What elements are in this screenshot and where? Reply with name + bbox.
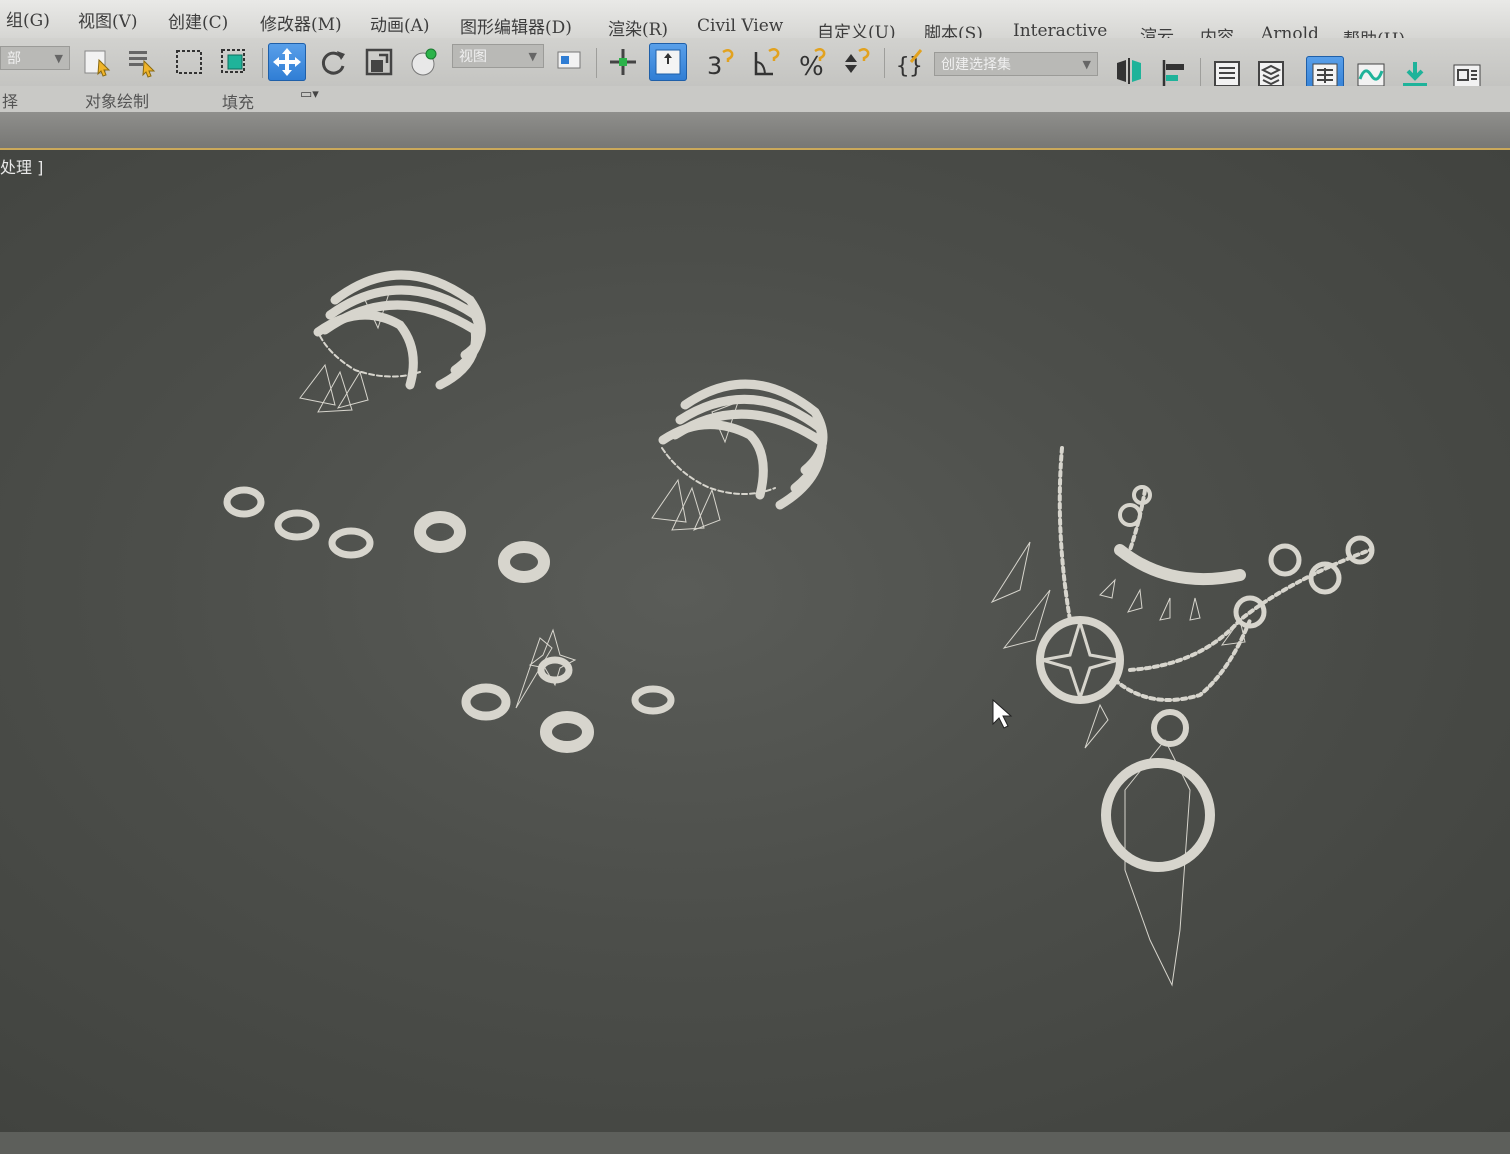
ring-3[interactable] [328, 527, 374, 559]
menu-civil-view[interactable]: Civil View [697, 16, 783, 36]
main-toolbar: 部 ▼ 视图 ▼ 3 % {} 创建选择集 ▼ [0, 38, 1510, 94]
jewelry-scene [223, 270, 1375, 987]
mirror-icon [1117, 58, 1141, 84]
snaps-toggle-icon: 3 [707, 49, 734, 78]
select-object-icon [84, 50, 111, 77]
edit-named-selection-button[interactable]: {} [890, 43, 928, 81]
necklace[interactable] [990, 446, 1375, 987]
named-selection-value: 创建选择集 [941, 57, 1011, 73]
ring-4[interactable] [414, 511, 466, 553]
mouse-cursor-icon [992, 698, 1013, 729]
select-by-name-button[interactable] [122, 43, 160, 81]
use-pivot-center-button[interactable] [649, 43, 687, 81]
menu-rendering[interactable]: 渲染(R) [608, 15, 668, 40]
pendant-ring [1101, 758, 1215, 872]
select-by-name-icon [129, 51, 156, 78]
toolbar-separator [884, 48, 885, 78]
dreamcatcher-ring [1036, 616, 1124, 704]
cuff-bracelet-left[interactable] [299, 270, 486, 413]
ring-7[interactable] [540, 711, 594, 753]
spinner-snap-button[interactable] [838, 43, 876, 81]
menu-bar: 组(G) 视图(V) 创建(C) 修改器(M) 动画(A) 图形编辑器(D) 渲… [0, 0, 1510, 50]
rect-selection-region-icon [176, 50, 202, 74]
ribbon-tabs: 择 对象绘制 填充 ▭▾ [0, 86, 1510, 113]
tab-selection[interactable]: 择 [2, 88, 18, 112]
window-crossing-icon [221, 49, 245, 73]
named-selection-dropdown[interactable]: 创建选择集 ▼ [934, 52, 1098, 76]
select-place-icon [411, 48, 437, 76]
tab-object-paint[interactable]: 对象绘制 [85, 88, 149, 112]
reference-coord-value: 视图 [459, 49, 487, 65]
status-strip [0, 1132, 1510, 1154]
svg-text:{}: {} [896, 54, 923, 78]
select-place-button[interactable] [405, 43, 443, 81]
ring-8[interactable] [461, 683, 511, 721]
ribbon-panel [0, 112, 1510, 148]
cuff-bracelet-right[interactable] [651, 379, 828, 531]
select-scale-button[interactable] [360, 43, 398, 81]
select-object-button[interactable] [78, 43, 116, 81]
ring-2[interactable] [274, 509, 320, 541]
ring-spike [515, 637, 553, 709]
menu-modifiers[interactable]: 修改器(M) [260, 10, 342, 35]
chevron-down-icon: ▼ [54, 52, 63, 65]
select-move-icon [273, 48, 301, 76]
selection-filter-value: 部 [7, 51, 21, 67]
menu-views[interactable]: 视图(V) [78, 7, 138, 32]
menu-animation[interactable]: 动画(A) [370, 11, 430, 36]
rect-selection-region-button[interactable] [170, 43, 208, 81]
ring-5[interactable] [498, 541, 550, 583]
mirror-button[interactable] [1110, 52, 1148, 90]
angle-snap-icon [754, 48, 780, 76]
ring-6[interactable] [631, 685, 675, 715]
percent-snap-button[interactable]: % [794, 43, 832, 81]
select-move-button[interactable] [268, 43, 306, 81]
angle-snap-button[interactable] [748, 43, 786, 81]
ring-9[interactable] [537, 656, 573, 684]
toolbar-separator [262, 48, 263, 78]
menu-create[interactable]: 创建(C) [168, 8, 228, 33]
window-crossing-button[interactable] [215, 43, 253, 81]
select-manipulate-icon [610, 49, 636, 75]
selection-filter-dropdown[interactable]: 部 ▼ [0, 46, 70, 70]
edit-named-selection-icon: {} [896, 49, 923, 78]
toolbar-separator [596, 48, 597, 78]
menu-group[interactable]: 组(G) [6, 6, 50, 31]
select-rotate-button[interactable] [314, 43, 352, 81]
svg-text:%: % [799, 52, 824, 78]
reference-coord-dropdown[interactable]: 视图 ▼ [452, 44, 544, 68]
percent-snap-icon: % [799, 48, 826, 78]
use-pivot-center-icon [655, 49, 681, 75]
menu-graph-editors[interactable]: 图形编辑器(D) [460, 13, 572, 38]
tab-populate[interactable]: 填充 [222, 89, 254, 113]
spinner-snap-icon [845, 48, 870, 73]
chevron-down-icon: ▼ [528, 50, 537, 63]
ribbon-options-icon[interactable]: ▭▾ [300, 87, 319, 102]
chevron-down-icon: ▼ [1082, 58, 1091, 71]
align-icon [1162, 60, 1184, 86]
select-manipulate-button[interactable] [604, 43, 642, 81]
ring-1[interactable] [223, 486, 265, 518]
pivot-icon [557, 51, 581, 69]
select-scale-icon [365, 48, 393, 76]
perspective-viewport[interactable]: 处理 ] [0, 148, 1510, 1134]
snaps-toggle-button[interactable]: 3 [702, 43, 740, 81]
ring-set[interactable] [223, 486, 675, 753]
select-rotate-icon [321, 51, 345, 75]
pivot-button[interactable] [550, 43, 588, 81]
toolbar-separator [1200, 58, 1201, 88]
svg-text:3: 3 [707, 52, 722, 78]
